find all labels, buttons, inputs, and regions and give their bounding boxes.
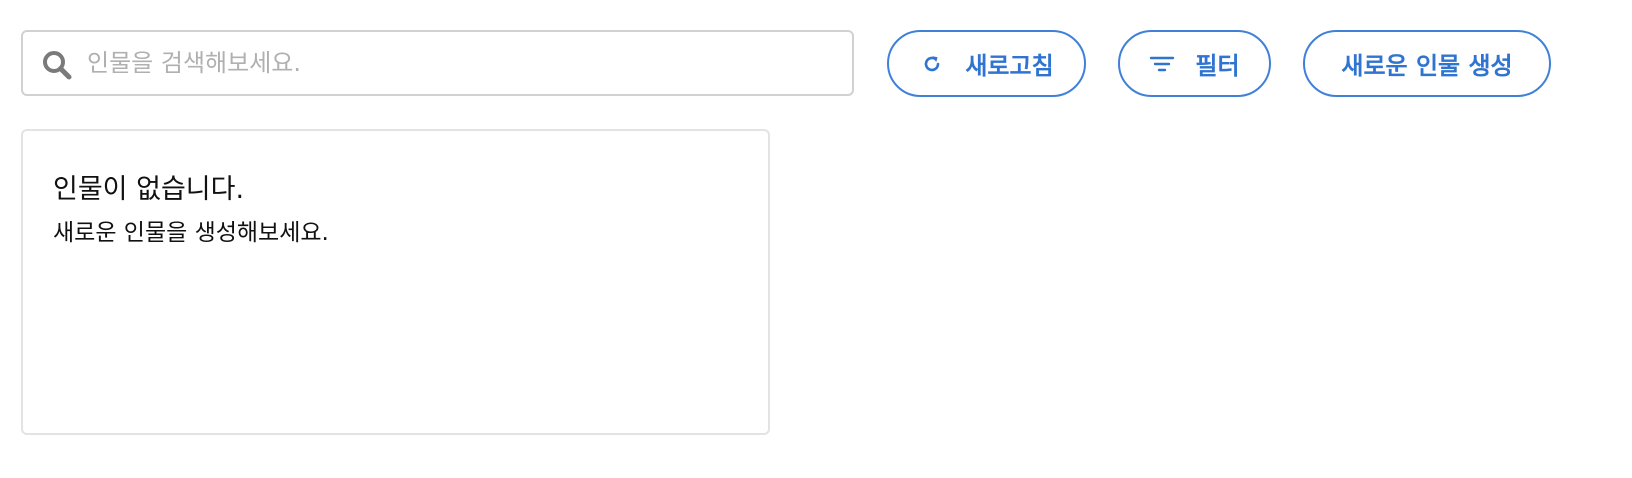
empty-state-title: 인물이 없습니다. [53,174,245,205]
create-person-button[interactable]: 새로운 인물 생성 [1303,30,1551,97]
search-box[interactable] [21,30,854,96]
empty-state-card: 인물이 없습니다. 새로운 인물을 생성해보세요. [21,129,770,435]
refresh-icon [919,51,945,77]
refresh-button[interactable]: 새로고침 [887,30,1086,97]
search-input[interactable] [87,44,827,82]
filter-button-label: 필터 [1195,52,1240,80]
search-icon [41,49,73,81]
filter-button[interactable]: 필터 [1118,30,1271,97]
empty-state-subtitle: 새로운 인물을 생성해보세요. [53,220,329,246]
refresh-button-label: 새로고침 [965,52,1054,80]
filter-icon [1149,51,1175,77]
create-person-button-label: 새로운 인물 생성 [1341,52,1513,80]
